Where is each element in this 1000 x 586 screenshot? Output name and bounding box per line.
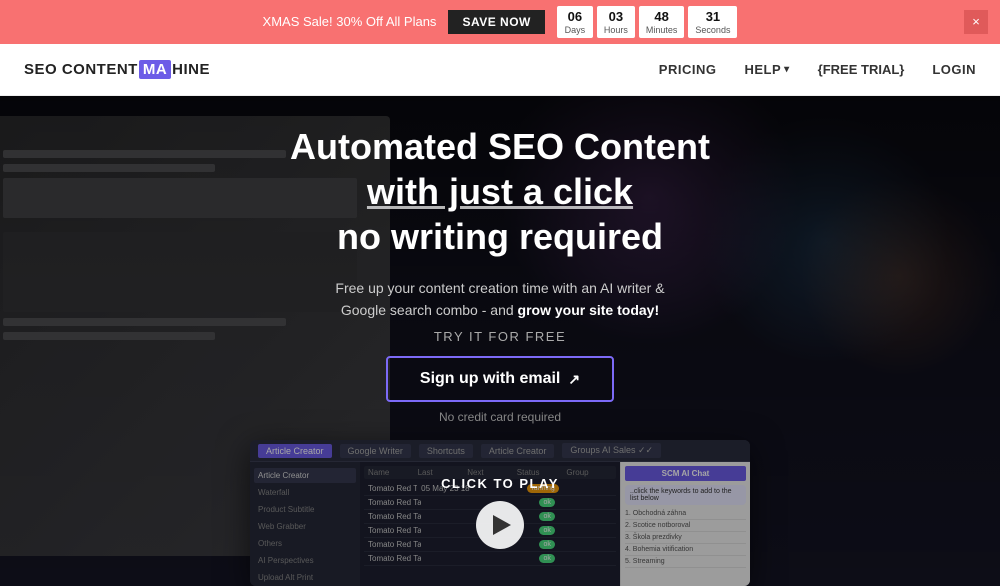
play-icon (493, 515, 511, 535)
arrow-icon: ↗ (568, 371, 580, 388)
click-to-play-text: CLICK TO PLAY (441, 476, 559, 491)
play-overlay[interactable]: CLICK TO PLAY (250, 440, 750, 585)
countdown-days: 06 Days (557, 6, 593, 38)
banner-text: XMAS Sale! 30% Off All Plans (263, 14, 437, 29)
navbar: SEO CONTENT MA HINE PRICING HELP ▾ {FREE… (0, 44, 1000, 96)
nav-free-trial[interactable]: {FREE TRIAL} (818, 62, 905, 77)
app-preview: Article Creator Google Writer Shortcuts … (250, 440, 750, 585)
logo-text-part2: HINE (172, 61, 210, 78)
countdown-minutes: 48 Minutes (639, 6, 685, 38)
countdown-timer: 06 Days 03 Hours 48 Minutes 31 Seconds (557, 6, 738, 38)
nav-login[interactable]: LOGIN (932, 62, 976, 77)
chevron-down-icon: ▾ (784, 64, 790, 75)
hero-section: Automated SEO Content with just a click … (0, 96, 1000, 586)
banner-close-button[interactable]: × (964, 10, 988, 34)
countdown-seconds: 31 Seconds (688, 6, 737, 38)
hero-subtitle: Free up your content creation time with … (290, 277, 710, 322)
promo-banner: XMAS Sale! 30% Off All Plans SAVE NOW 06… (0, 0, 1000, 44)
hero-content: Automated SEO Content with just a click … (290, 124, 710, 425)
play-button[interactable] (476, 501, 524, 549)
nav-links: PRICING HELP ▾ {FREE TRIAL} LOGIN (659, 62, 976, 77)
try-free-label: TRY IT FOR FREE (290, 329, 710, 344)
save-now-button[interactable]: SAVE NOW (448, 10, 544, 34)
countdown-hours: 03 Hours (597, 6, 635, 38)
logo-text-part1: SEO CONTENT (24, 61, 138, 78)
signup-cta-button[interactable]: Sign up with email ↗ (386, 356, 614, 402)
no-credit-card-text: No credit card required (290, 410, 710, 424)
nav-help[interactable]: HELP ▾ (744, 62, 789, 77)
hero-title: Automated SEO Content with just a click … (290, 124, 710, 259)
site-logo: SEO CONTENT MA HINE (24, 60, 210, 79)
logo-highlight: MA (139, 60, 171, 79)
nav-pricing[interactable]: PRICING (659, 62, 717, 77)
